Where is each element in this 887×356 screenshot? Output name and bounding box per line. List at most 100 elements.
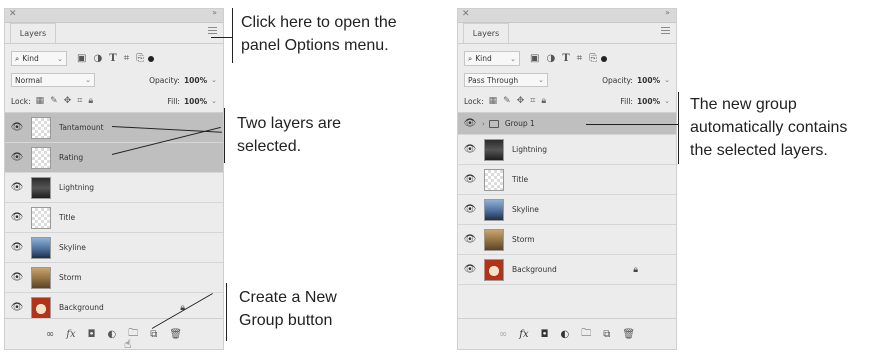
lock-position-icon[interactable]: ✥ <box>64 96 72 106</box>
eye-icon[interactable]: 👁︎ <box>458 234 482 245</box>
layer-thumbnail <box>484 258 504 281</box>
lock-transparent-icon[interactable]: ▦ <box>36 96 45 106</box>
chevron-down-icon[interactable]: ⌄ <box>664 97 670 105</box>
blend-row: Normal ⌄ Opacity: 100% ⌄ <box>11 72 217 88</box>
layer-row-tantamount[interactable]: 👁︎ Tantamount <box>5 113 223 143</box>
chevron-down-icon[interactable]: ⌄ <box>211 97 217 105</box>
add-mask-icon[interactable]: ◘ <box>541 329 549 340</box>
fill-value[interactable]: 100% <box>184 97 207 106</box>
layer-name: Group 1 <box>504 119 535 128</box>
lock-all-icon[interactable]: 🔒︎ <box>88 96 93 106</box>
close-icon[interactable]: ✕ <box>462 9 470 19</box>
lock-image-icon[interactable]: ✎ <box>50 96 58 106</box>
fill-label: Fill: <box>167 96 180 106</box>
shape-filter-icon[interactable]: ⌗ <box>124 53 130 64</box>
layer-row-lightning[interactable]: 👁︎ Lightning <box>5 173 223 203</box>
lock-artboard-icon[interactable]: ⌗ <box>77 96 82 106</box>
lock-row: Lock: ▦ ✎ ✥ ⌗ 🔒︎ Fill: 100% ⌄ <box>464 93 670 109</box>
eye-icon[interactable]: 👁︎ <box>458 204 482 215</box>
layer-row-title[interactable]: 👁︎ Title <box>458 165 676 195</box>
link-layers-icon[interactable]: ∞ <box>46 329 54 340</box>
eye-icon[interactable]: 👁︎ <box>5 182 29 193</box>
layer-row-storm[interactable]: 👁︎ Storm <box>5 263 223 293</box>
expand-arrow-icon[interactable]: › <box>482 120 485 128</box>
panel-menu-icon[interactable] <box>661 27 670 34</box>
type-filter-icon[interactable]: T <box>562 53 569 64</box>
smart-object-filter-icon[interactable]: ⎘ <box>136 53 144 64</box>
chevron-down-icon: ⌄ <box>510 54 516 63</box>
add-mask-icon[interactable]: ◘ <box>88 329 96 340</box>
layer-thumbnail <box>31 116 51 139</box>
new-layer-icon[interactable]: ⧉ <box>150 329 157 340</box>
lock-artboard-icon[interactable]: ⌗ <box>530 96 535 106</box>
tab-layers[interactable]: Layers <box>10 23 56 43</box>
filter-toggle-icon[interactable] <box>148 55 155 62</box>
eye-icon[interactable]: 👁︎ <box>5 152 29 163</box>
layer-thumbnail <box>31 146 51 169</box>
layer-name: Lightning <box>512 145 548 154</box>
layer-row-skyline[interactable]: 👁︎ Skyline <box>458 195 676 225</box>
lock-label: Lock: <box>11 96 31 106</box>
filter-kind-select[interactable]: ⌕ Kind ⌄ <box>11 51 67 66</box>
adjustment-layer-icon[interactable]: ◐ <box>108 329 117 340</box>
smart-object-filter-icon[interactable]: ⎘ <box>589 53 597 64</box>
layer-style-icon[interactable]: fx <box>66 329 75 340</box>
chevron-down-icon[interactable]: ⌄ <box>211 76 217 84</box>
shape-filter-icon[interactable]: ⌗ <box>577 53 583 64</box>
new-layer-icon[interactable]: ⧉ <box>603 329 610 340</box>
panel-menu-icon[interactable] <box>208 27 217 34</box>
adjustment-layer-icon[interactable]: ◐ <box>561 329 570 340</box>
layer-style-icon[interactable]: fx <box>519 329 528 340</box>
eye-icon[interactable]: 👁︎ <box>458 264 482 275</box>
type-filter-icon[interactable]: T <box>109 53 116 64</box>
callout-options-menu: Click here to open the panel Options men… <box>241 14 397 54</box>
eye-icon[interactable]: 👁︎ <box>458 118 482 129</box>
opacity-label: Opacity: <box>602 75 633 85</box>
layer-name: Skyline <box>59 243 86 252</box>
blend-mode-select[interactable]: Normal ⌄ <box>11 73 95 87</box>
blend-mode-select[interactable]: Pass Through ⌄ <box>464 73 548 87</box>
eye-icon[interactable]: 👁︎ <box>5 212 29 223</box>
lock-transparent-icon[interactable]: ▦ <box>489 96 498 106</box>
collapse-icon[interactable]: » <box>212 8 217 17</box>
layer-thumbnail <box>31 266 51 289</box>
new-group-button[interactable]: 🗀︎ <box>581 326 591 343</box>
layer-row-title[interactable]: 👁︎ Title <box>5 203 223 233</box>
link-layers-icon[interactable]: ∞ <box>499 329 507 340</box>
layer-thumbnail <box>31 236 51 259</box>
adjustment-filter-icon[interactable]: ◑ <box>93 53 102 64</box>
layer-row-background[interactable]: 👁︎ Background 🔒︎ <box>458 255 676 285</box>
pixel-filter-icon[interactable]: ▣ <box>530 53 539 64</box>
opacity-value[interactable]: 100% <box>637 76 660 85</box>
layer-row-rating[interactable]: 👁︎ Rating <box>5 143 223 173</box>
layer-row-skyline[interactable]: 👁︎ Skyline <box>5 233 223 263</box>
eye-icon[interactable]: 👁︎ <box>5 242 29 253</box>
fill-value[interactable]: 100% <box>637 97 660 106</box>
lock-image-icon[interactable]: ✎ <box>503 96 511 106</box>
filter-row: ⌕ Kind ⌄ ▣ ◑ T ⌗ ⎘ <box>464 50 670 67</box>
layer-row-lightning[interactable]: 👁︎ Lightning <box>458 135 676 165</box>
layer-row-storm[interactable]: 👁︎ Storm <box>458 225 676 255</box>
fill-label: Fill: <box>620 96 633 106</box>
eye-icon[interactable]: 👁︎ <box>5 272 29 283</box>
pixel-filter-icon[interactable]: ▣ <box>77 53 86 64</box>
chevron-down-icon[interactable]: ⌄ <box>664 76 670 84</box>
close-icon[interactable]: ✕ <box>9 9 17 19</box>
filter-toggle-icon[interactable] <box>601 55 608 62</box>
eye-icon[interactable]: 👁︎ <box>5 302 29 313</box>
opacity-value[interactable]: 100% <box>184 76 207 85</box>
filter-kind-select[interactable]: ⌕ Kind ⌄ <box>464 51 520 66</box>
delete-layer-icon[interactable]: 🗑︎ <box>622 329 635 340</box>
tab-layers[interactable]: Layers <box>463 23 509 43</box>
adjustment-filter-icon[interactable]: ◑ <box>546 53 555 64</box>
lock-position-icon[interactable]: ✥ <box>517 96 525 106</box>
eye-icon[interactable]: 👁︎ <box>458 174 482 185</box>
filter-row: ⌕ Kind ⌄ ▣ ◑ T ⌗ ⎘ <box>11 50 217 67</box>
delete-layer-icon[interactable]: 🗑︎ <box>169 329 182 340</box>
layers-panel-right: ✕ » Layers ⌕ Kind ⌄ ▣ ◑ T ⌗ ⎘ Pass Throu… <box>457 8 677 350</box>
lock-all-icon[interactable]: 🔒︎ <box>541 96 546 106</box>
lock-label: Lock: <box>464 96 484 106</box>
eye-icon[interactable]: 👁︎ <box>458 144 482 155</box>
eye-icon[interactable]: 👁︎ <box>5 122 29 133</box>
collapse-icon[interactable]: » <box>665 8 670 17</box>
